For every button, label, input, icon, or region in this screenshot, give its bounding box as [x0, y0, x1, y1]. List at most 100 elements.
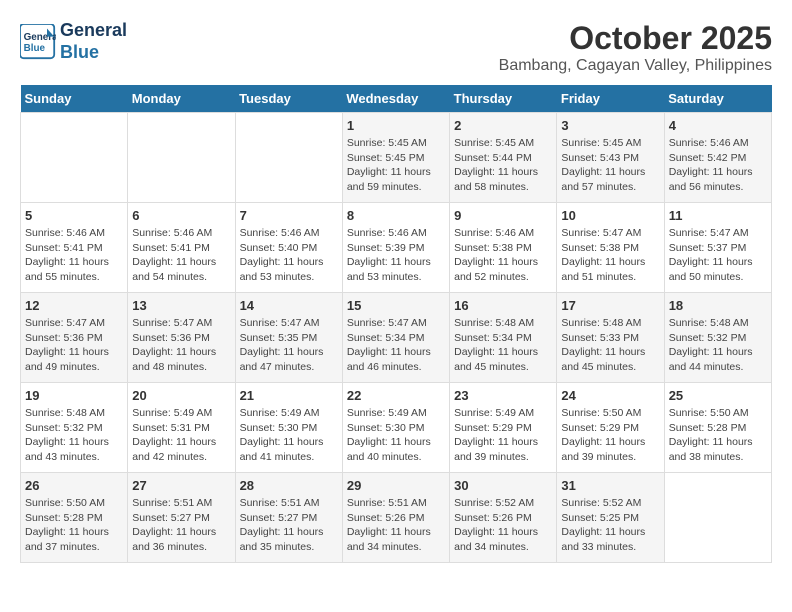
weekday-header-row: SundayMondayTuesdayWednesdayThursdayFrid…	[21, 85, 772, 113]
day-detail: Sunrise: 5:51 AM Sunset: 5:27 PM Dayligh…	[240, 496, 338, 555]
day-number: 18	[669, 298, 767, 313]
calendar-week-row: 5Sunrise: 5:46 AM Sunset: 5:41 PM Daylig…	[21, 203, 772, 293]
day-detail: Sunrise: 5:51 AM Sunset: 5:27 PM Dayligh…	[132, 496, 230, 555]
day-number: 14	[240, 298, 338, 313]
calendar-cell: 9Sunrise: 5:46 AM Sunset: 5:38 PM Daylig…	[450, 203, 557, 293]
day-number: 22	[347, 388, 445, 403]
calendar-cell: 24Sunrise: 5:50 AM Sunset: 5:29 PM Dayli…	[557, 383, 664, 473]
day-number: 29	[347, 478, 445, 493]
weekday-header-friday: Friday	[557, 85, 664, 113]
day-number: 30	[454, 478, 552, 493]
calendar-cell: 27 Sunrise: 5:51 AM Sunset: 5:27 PM Dayli…	[128, 473, 235, 563]
day-detail: Sunrise: 5:50 AM Sunset: 5:28 PM Dayligh…	[669, 406, 767, 465]
calendar-cell: 11Sunrise: 5:47 AM Sunset: 5:37 PM Dayli…	[664, 203, 771, 293]
day-detail: Sunrise: 5:46 AM Sunset: 5:42 PM Dayligh…	[669, 136, 767, 195]
day-detail: Sunrise: 5:45 AM Sunset: 5:44 PM Dayligh…	[454, 136, 552, 195]
calendar-cell: 13 Sunrise: 5:47 AM Sunset: 5:36 PM Dayli…	[128, 293, 235, 383]
calendar-cell: 31Sunrise: 5:52 AM Sunset: 5:25 PM Dayli…	[557, 473, 664, 563]
calendar-cell: 23Sunrise: 5:49 AM Sunset: 5:29 PM Dayli…	[450, 383, 557, 473]
logo-line2: Blue	[60, 42, 127, 64]
day-number: 25	[669, 388, 767, 403]
day-detail: Sunrise: 5:48 AM Sunset: 5:32 PM Dayligh…	[25, 406, 123, 465]
day-number: 15	[347, 298, 445, 313]
day-number: 1	[347, 118, 445, 133]
calendar-cell: 26Sunrise: 5:50 AM Sunset: 5:28 PM Dayli…	[21, 473, 128, 563]
svg-text:Blue: Blue	[24, 43, 46, 54]
calendar-week-row: 19 Sunrise: 5:48 AM Sunset: 5:32 PM Dayli…	[21, 383, 772, 473]
weekday-header-saturday: Saturday	[664, 85, 771, 113]
day-detail: Sunrise: 5:47 AM Sunset: 5:34 PM Dayligh…	[347, 316, 445, 375]
calendar-cell: 10Sunrise: 5:47 AM Sunset: 5:38 PM Dayli…	[557, 203, 664, 293]
logo-line1: General	[60, 20, 127, 42]
day-detail: Sunrise: 5:52 AM Sunset: 5:26 PM Dayligh…	[454, 496, 552, 555]
day-detail: Sunrise: 5:46 AM Sunset: 5:39 PM Dayligh…	[347, 226, 445, 285]
day-number: 10	[561, 208, 659, 223]
page-header: General Blue General Blue October 2025 B…	[20, 20, 772, 75]
calendar-cell	[21, 113, 128, 203]
weekday-header-thursday: Thursday	[450, 85, 557, 113]
day-detail: Sunrise: 5:46 AM Sunset: 5:41 PM Dayligh…	[132, 226, 230, 285]
day-detail: Sunrise: 5:48 AM Sunset: 5:32 PM Dayligh…	[669, 316, 767, 375]
day-number: 21	[240, 388, 338, 403]
calendar-cell: 28 Sunrise: 5:51 AM Sunset: 5:27 PM Dayli…	[235, 473, 342, 563]
day-detail: Sunrise: 5:49 AM Sunset: 5:30 PM Dayligh…	[240, 406, 338, 465]
day-number: 24	[561, 388, 659, 403]
day-detail: Sunrise: 5:48 AM Sunset: 5:34 PM Dayligh…	[454, 316, 552, 375]
calendar-cell	[235, 113, 342, 203]
day-detail: Sunrise: 5:45 AM Sunset: 5:43 PM Dayligh…	[561, 136, 659, 195]
day-detail: Sunrise: 5:46 AM Sunset: 5:38 PM Dayligh…	[454, 226, 552, 285]
logo-icon: General Blue	[20, 24, 56, 60]
calendar-cell: 12 Sunrise: 5:47 AM Sunset: 5:36 PM Dayli…	[21, 293, 128, 383]
calendar-week-row: 12 Sunrise: 5:47 AM Sunset: 5:36 PM Dayli…	[21, 293, 772, 383]
weekday-header-wednesday: Wednesday	[342, 85, 449, 113]
calendar-cell: 16 Sunrise: 5:48 AM Sunset: 5:34 PM Dayli…	[450, 293, 557, 383]
day-number: 6	[132, 208, 230, 223]
day-number: 7	[240, 208, 338, 223]
day-number: 28	[240, 478, 338, 493]
calendar-week-row: 1 Sunrise: 5:45 AM Sunset: 5:45 PM Daylig…	[21, 113, 772, 203]
calendar-cell: 7Sunrise: 5:46 AM Sunset: 5:40 PM Daylig…	[235, 203, 342, 293]
calendar-cell: 19 Sunrise: 5:48 AM Sunset: 5:32 PM Dayli…	[21, 383, 128, 473]
day-detail: Sunrise: 5:51 AM Sunset: 5:26 PM Dayligh…	[347, 496, 445, 555]
calendar-cell: 25 Sunrise: 5:50 AM Sunset: 5:28 PM Dayli…	[664, 383, 771, 473]
day-number: 20	[132, 388, 230, 403]
day-detail: Sunrise: 5:47 AM Sunset: 5:37 PM Dayligh…	[669, 226, 767, 285]
day-detail: Sunrise: 5:49 AM Sunset: 5:31 PM Dayligh…	[132, 406, 230, 465]
calendar-cell: 6 Sunrise: 5:46 AM Sunset: 5:41 PM Daylig…	[128, 203, 235, 293]
calendar-cell: 22Sunrise: 5:49 AM Sunset: 5:30 PM Dayli…	[342, 383, 449, 473]
calendar-cell: 1 Sunrise: 5:45 AM Sunset: 5:45 PM Daylig…	[342, 113, 449, 203]
day-number: 2	[454, 118, 552, 133]
location-subtitle: Bambang, Cagayan Valley, Philippines	[499, 57, 772, 75]
day-number: 27	[132, 478, 230, 493]
day-number: 8	[347, 208, 445, 223]
day-detail: Sunrise: 5:52 AM Sunset: 5:25 PM Dayligh…	[561, 496, 659, 555]
calendar-cell: 18 Sunrise: 5:48 AM Sunset: 5:32 PM Dayli…	[664, 293, 771, 383]
day-number: 26	[25, 478, 123, 493]
day-detail: Sunrise: 5:45 AM Sunset: 5:45 PM Dayligh…	[347, 136, 445, 195]
calendar-cell: 17Sunrise: 5:48 AM Sunset: 5:33 PM Dayli…	[557, 293, 664, 383]
logo: General Blue General Blue	[20, 20, 127, 63]
day-detail: Sunrise: 5:46 AM Sunset: 5:41 PM Dayligh…	[25, 226, 123, 285]
calendar-cell: 8 Sunrise: 5:46 AM Sunset: 5:39 PM Daylig…	[342, 203, 449, 293]
calendar-cell: 21 Sunrise: 5:49 AM Sunset: 5:30 PM Dayli…	[235, 383, 342, 473]
day-detail: Sunrise: 5:47 AM Sunset: 5:36 PM Dayligh…	[25, 316, 123, 375]
day-number: 4	[669, 118, 767, 133]
day-number: 19	[25, 388, 123, 403]
calendar-cell: 29 Sunrise: 5:51 AM Sunset: 5:26 PM Dayli…	[342, 473, 449, 563]
day-detail: Sunrise: 5:47 AM Sunset: 5:35 PM Dayligh…	[240, 316, 338, 375]
title-block: October 2025 Bambang, Cagayan Valley, Ph…	[499, 20, 772, 75]
day-number: 13	[132, 298, 230, 313]
weekday-header-monday: Monday	[128, 85, 235, 113]
calendar-cell	[128, 113, 235, 203]
calendar-cell: 30 Sunrise: 5:52 AM Sunset: 5:26 PM Dayli…	[450, 473, 557, 563]
calendar-cell: 14 Sunrise: 5:47 AM Sunset: 5:35 PM Dayli…	[235, 293, 342, 383]
day-number: 16	[454, 298, 552, 313]
day-detail: Sunrise: 5:49 AM Sunset: 5:29 PM Dayligh…	[454, 406, 552, 465]
calendar-cell: 2 Sunrise: 5:45 AM Sunset: 5:44 PM Daylig…	[450, 113, 557, 203]
day-number: 3	[561, 118, 659, 133]
day-number: 12	[25, 298, 123, 313]
calendar-cell: 4 Sunrise: 5:46 AM Sunset: 5:42 PM Daylig…	[664, 113, 771, 203]
day-detail: Sunrise: 5:47 AM Sunset: 5:36 PM Dayligh…	[132, 316, 230, 375]
weekday-header-sunday: Sunday	[21, 85, 128, 113]
day-detail: Sunrise: 5:48 AM Sunset: 5:33 PM Dayligh…	[561, 316, 659, 375]
